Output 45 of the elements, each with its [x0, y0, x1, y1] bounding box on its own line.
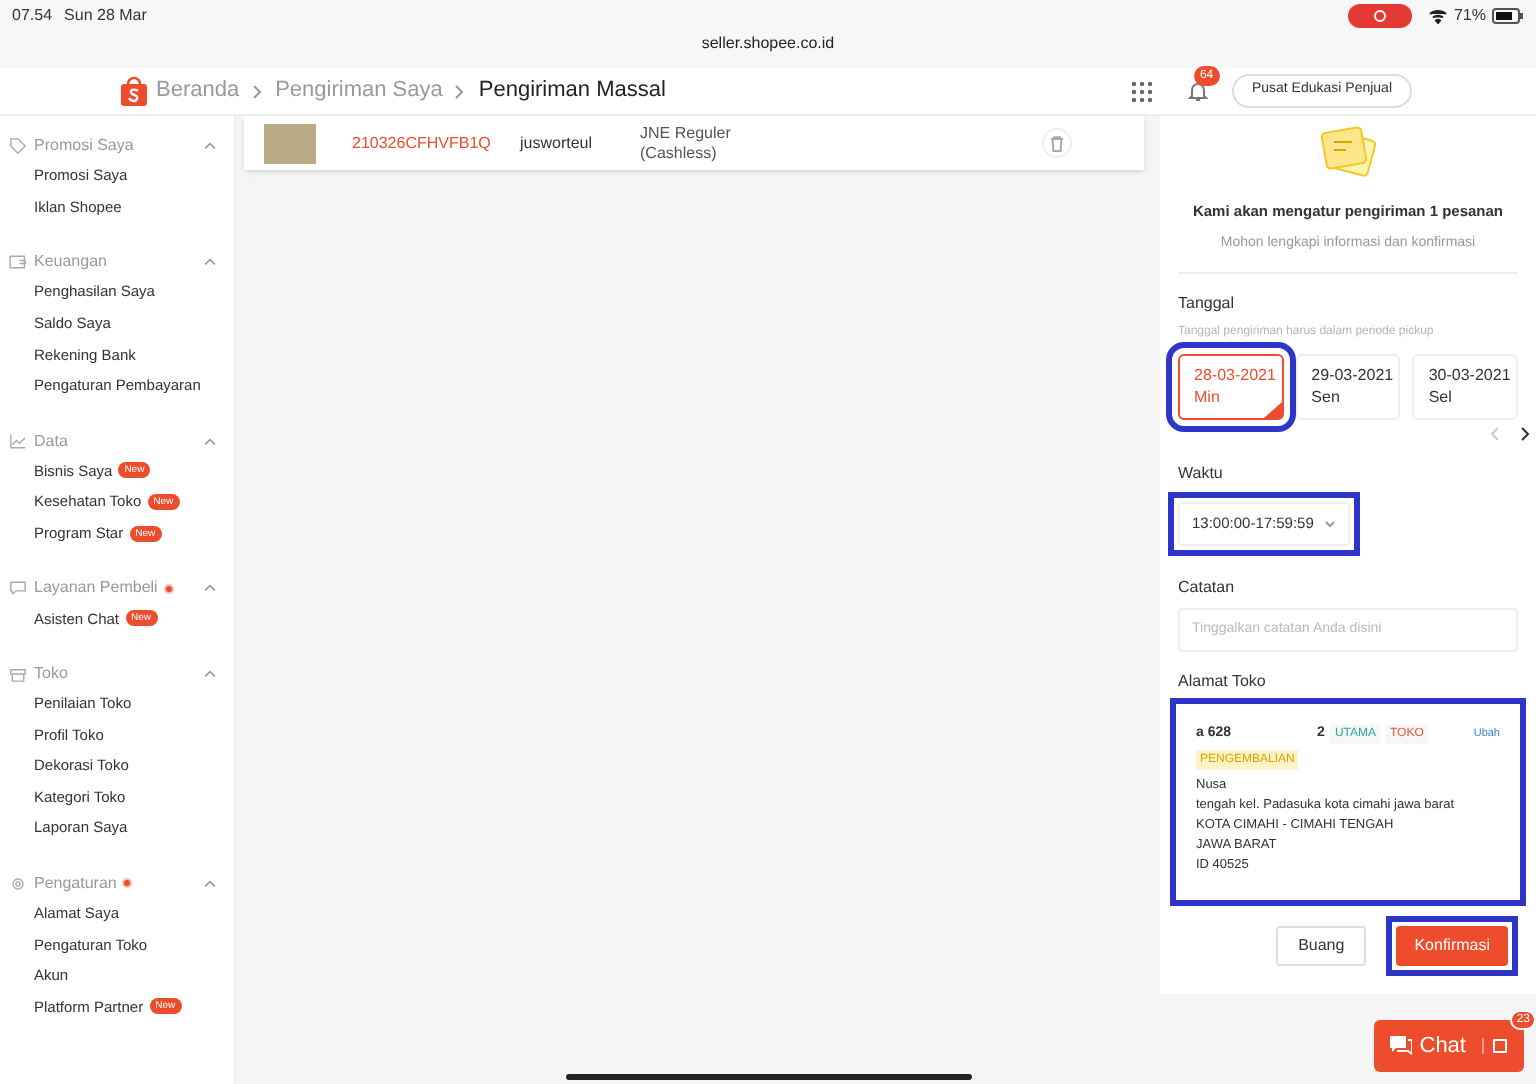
chat-bubbles-icon: [1389, 1036, 1412, 1056]
note-label: Catatan: [1178, 575, 1237, 600]
battery-icon: [1492, 8, 1524, 24]
chevron-down-icon: [1324, 519, 1336, 528]
chevron-left-icon[interactable]: [1490, 425, 1500, 442]
chat-button[interactable]: Chat: [1373, 1020, 1524, 1072]
store-icon: [8, 663, 28, 684]
courier-text: JNE Reguler (Cashless): [640, 123, 733, 163]
chevron-up-icon[interactable]: [202, 433, 218, 450]
address-label: Alamat Toko: [1178, 669, 1268, 694]
chevron-up-icon[interactable]: [202, 665, 218, 682]
product-photo-placeholder: [264, 123, 316, 163]
wifi-icon: [1427, 8, 1448, 24]
chart-icon: [8, 431, 28, 452]
delete-button[interactable]: [1042, 128, 1072, 158]
discard-button[interactable]: Buang: [1276, 925, 1367, 966]
url-text: seller.shopee.co.id: [701, 32, 835, 56]
chevron-right-icon: [251, 83, 264, 99]
chevron-right-icon: [454, 83, 467, 99]
apps-grid-icon[interactable]: [1131, 81, 1152, 101]
chevron-up-icon[interactable]: [202, 138, 218, 154]
order-number[interactable]: 210326CFHVFB1Q: [352, 131, 520, 155]
bell-icon[interactable]: [1187, 80, 1208, 102]
date-text: Sun 28 Mar: [64, 4, 147, 28]
chevron-up-icon[interactable]: [202, 254, 218, 271]
chevron-right-icon[interactable]: [1520, 425, 1530, 442]
shop-bag-logo-icon[interactable]: [120, 76, 148, 106]
tag-icon: [8, 136, 28, 156]
confirm-button[interactable]: Konfirmasi: [1396, 925, 1508, 966]
chevron-up-icon[interactable]: [202, 875, 218, 892]
square-icon: [1492, 1038, 1508, 1054]
clock-time: 07.54: [12, 4, 53, 28]
chevron-up-icon[interactable]: [202, 580, 218, 597]
settings-icon: [8, 873, 28, 894]
selected-corner-icon: [1263, 401, 1282, 418]
date-option[interactable]: 29-03-2021 Sen: [1295, 353, 1401, 420]
chat-icon: [8, 578, 28, 599]
time-label: Waktu: [1178, 461, 1225, 486]
battery-percentage: 71%: [1453, 4, 1486, 28]
date-option[interactable]: 30-03-2021 Sel: [1412, 353, 1519, 420]
breadcrumb-link[interactable]: Pengiriman Massal: [478, 74, 666, 108]
trash-icon: [1050, 135, 1064, 151]
buyer-name: jusworteul: [520, 131, 595, 155]
date-label: Tanggal: [1178, 291, 1237, 316]
wallet-icon: [8, 252, 28, 273]
